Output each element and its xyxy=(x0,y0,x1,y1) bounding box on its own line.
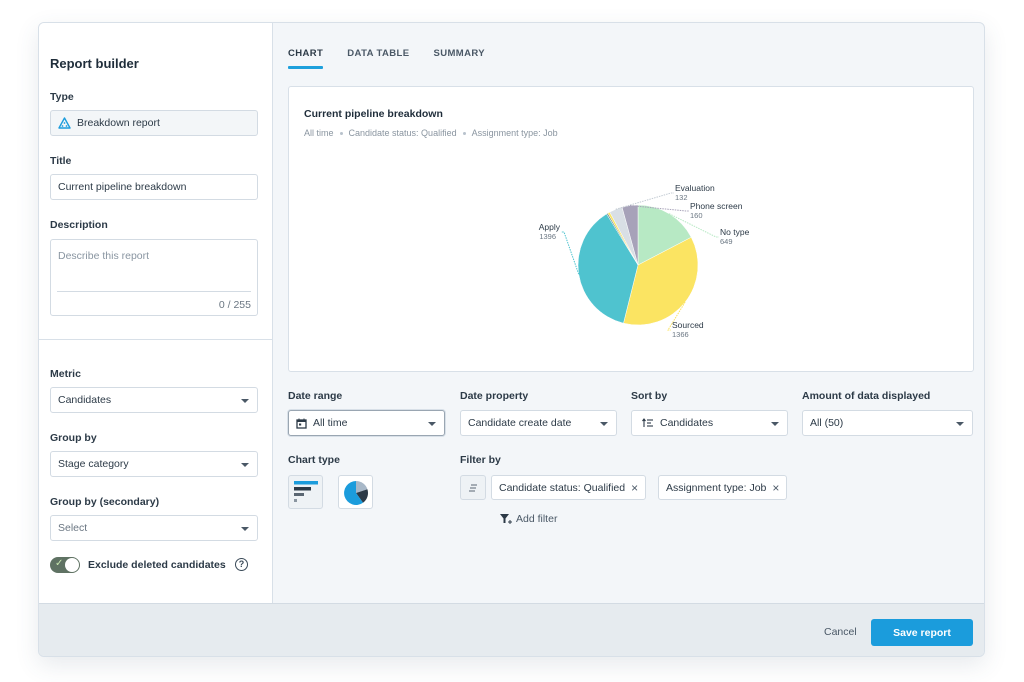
slice-value: 160 xyxy=(690,211,703,220)
metric-select[interactable]: Candidates xyxy=(50,387,258,413)
description-placeholder: Describe this report xyxy=(58,250,150,262)
chevron-down-icon xyxy=(771,422,779,426)
description-label: Description xyxy=(50,219,108,231)
footer: Cancel Save report xyxy=(39,603,984,656)
group-by-value: Stage category xyxy=(58,458,129,470)
calendar-icon xyxy=(296,418,307,429)
slice-label: Sourced xyxy=(672,320,704,330)
slice-value: 132 xyxy=(675,193,688,202)
chevron-down-icon xyxy=(241,527,249,531)
type-field: Breakdown report xyxy=(50,110,258,136)
tab-chart[interactable]: CHART xyxy=(288,48,324,69)
check-icon: ✓ xyxy=(55,558,64,569)
date-property-select[interactable]: Candidate create date xyxy=(460,410,617,436)
sort-icon xyxy=(642,418,654,428)
label-leader-line xyxy=(561,231,580,275)
filter-chip[interactable]: Candidate status: Qualified × xyxy=(491,475,647,500)
chevron-down-icon xyxy=(600,422,608,426)
exclude-deleted-label: Exclude deleted candidates xyxy=(88,559,226,571)
filter-by-label: Filter by xyxy=(460,454,501,466)
report-builder-window: Report builder Type Breakdown report Tit… xyxy=(38,22,985,657)
group-by-secondary-select[interactable]: Select xyxy=(50,515,258,541)
slice-label: Evaluation xyxy=(675,183,715,193)
group-by-select[interactable]: Stage category xyxy=(50,451,258,477)
chart-type-label: Chart type xyxy=(288,454,340,466)
chevron-down-icon xyxy=(428,422,436,426)
filter-logic-button[interactable] xyxy=(460,475,486,500)
description-char-count: 0 / 255 xyxy=(218,299,251,311)
tab-summary[interactable]: SUMMARY xyxy=(433,48,485,69)
slice-label: Phone screen xyxy=(690,201,743,211)
description-divider xyxy=(57,291,251,292)
help-icon[interactable]: ? xyxy=(235,558,248,571)
filter-chip-label: Assignment type: Job xyxy=(666,481,767,494)
group-by-secondary-label: Group by (secondary) xyxy=(50,496,160,508)
date-range-label: Date range xyxy=(288,390,343,402)
pie-chart: No type649 Sourced1366 Apply1396 Evaluation… xyxy=(539,183,750,339)
sidebar-title: Report builder xyxy=(50,56,139,71)
date-property-value: Candidate create date xyxy=(468,417,572,429)
metric-value: Candidates xyxy=(58,394,112,406)
slice-label: Apply xyxy=(539,222,561,232)
pie-chart-icon xyxy=(344,481,369,505)
slice-value: 649 xyxy=(720,237,733,246)
bar-chart-icon xyxy=(294,481,318,502)
sort-by-value: Candidates xyxy=(660,417,714,429)
lines-icon xyxy=(469,484,477,491)
sidebar-divider xyxy=(39,339,273,340)
filter-add-icon xyxy=(500,514,512,524)
close-icon[interactable]: × xyxy=(772,481,779,495)
type-value: Breakdown report xyxy=(77,117,160,129)
bar-chart-type-button[interactable] xyxy=(288,475,323,509)
pie-chart-type-button[interactable] xyxy=(338,475,373,509)
amount-select[interactable]: All (50) xyxy=(802,410,973,436)
add-filter-button[interactable]: Add filter xyxy=(499,513,557,525)
toggle-knob xyxy=(65,558,79,572)
amount-label: Amount of data displayed xyxy=(802,390,931,402)
exclude-deleted-toggle[interactable]: ✓ xyxy=(50,557,80,573)
description-textarea[interactable]: Describe this report 0 / 255 xyxy=(50,239,258,316)
sidebar: Report builder Type Breakdown report Tit… xyxy=(39,23,273,603)
chevron-down-icon xyxy=(956,422,964,426)
metric-label: Metric xyxy=(50,368,81,380)
title-value: Current pipeline breakdown xyxy=(58,181,187,193)
type-label: Type xyxy=(50,91,74,103)
tab-bar: CHART DATA TABLE SUMMARY xyxy=(288,48,509,69)
sort-by-select[interactable]: Candidates xyxy=(631,410,788,436)
slice-value: 1366 xyxy=(672,330,689,339)
slice-value: 1396 xyxy=(539,232,556,241)
add-filter-label: Add filter xyxy=(516,513,558,525)
sort-by-label: Sort by xyxy=(631,390,668,402)
date-range-value: All time xyxy=(313,417,348,429)
filter-chip-label: Candidate status: Qualified xyxy=(499,481,626,494)
save-report-button[interactable]: Save report xyxy=(871,619,973,646)
chevron-down-icon xyxy=(241,463,249,467)
date-property-label: Date property xyxy=(460,390,529,402)
slice-label: No type xyxy=(720,227,750,237)
breakdown-triangle-icon xyxy=(58,117,71,129)
chevron-down-icon xyxy=(241,399,249,403)
group-by-label: Group by xyxy=(50,432,97,444)
filter-chip[interactable]: Assignment type: Job × xyxy=(658,475,788,500)
group-by-secondary-value: Select xyxy=(58,522,88,534)
title-label: Title xyxy=(50,155,72,167)
chart-card: Current pipeline breakdown All time Cand… xyxy=(288,86,974,372)
tab-data-table[interactable]: DATA TABLE xyxy=(347,48,409,69)
amount-value: All (50) xyxy=(810,417,844,429)
title-input[interactable]: Current pipeline breakdown xyxy=(50,174,258,200)
close-icon[interactable]: × xyxy=(631,481,638,495)
cancel-button[interactable]: Cancel xyxy=(824,626,857,638)
date-range-select[interactable]: All time xyxy=(288,410,445,436)
